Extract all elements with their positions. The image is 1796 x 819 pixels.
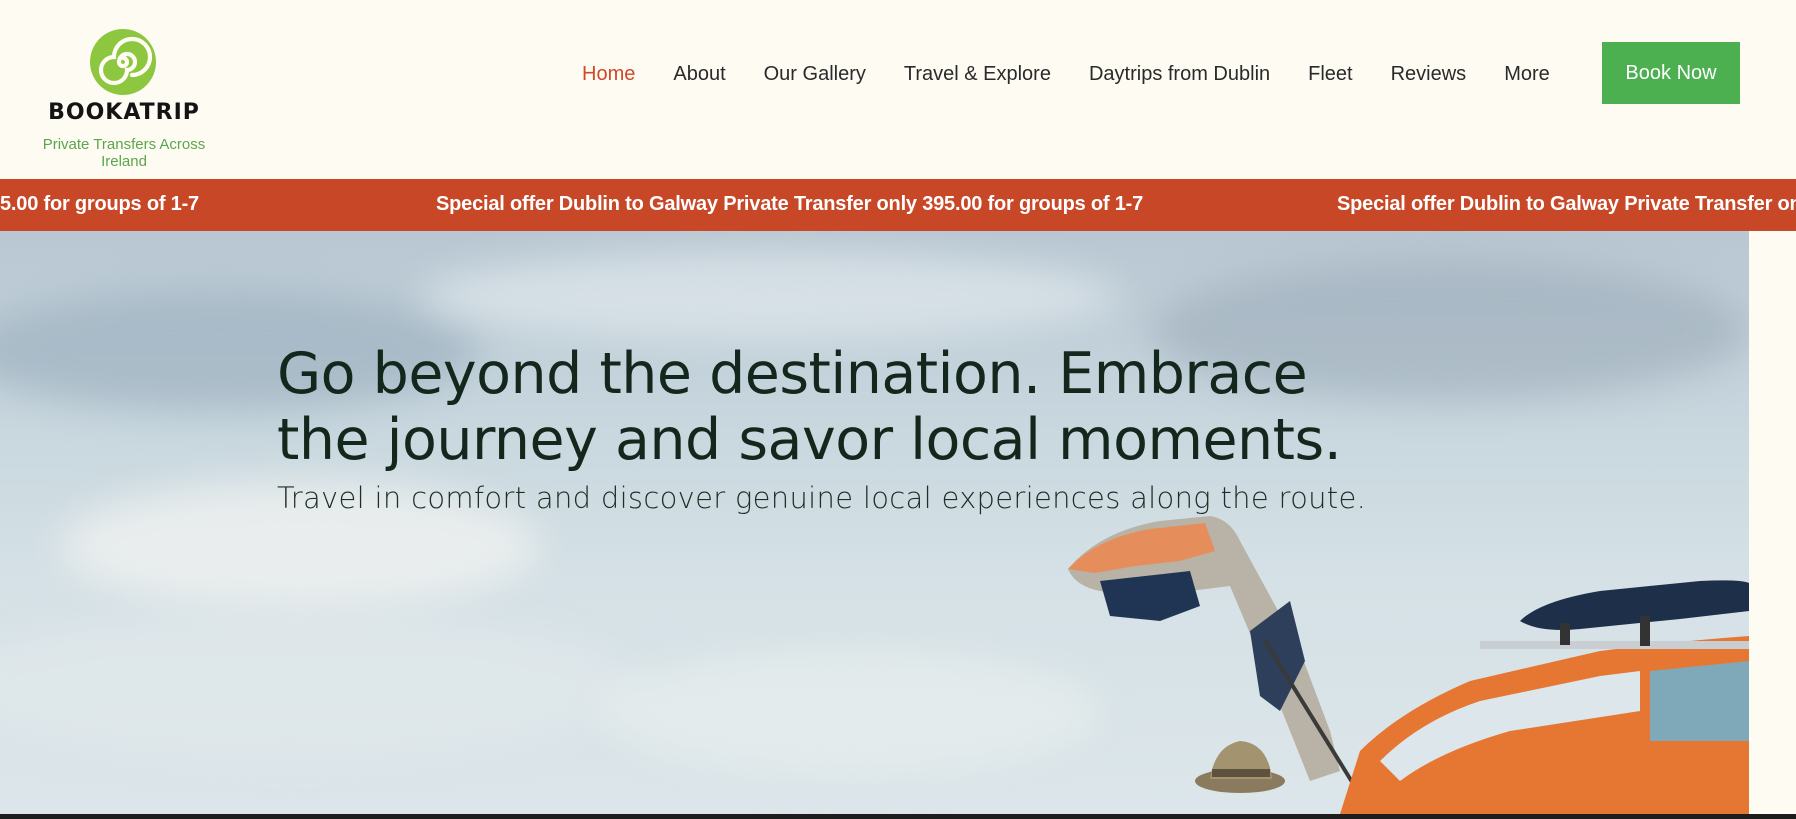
- ticker-text-fragment-left: 5.00 for groups of 1-7: [0, 193, 199, 215]
- hero-right-gutter: [1749, 231, 1796, 814]
- cloud-shape: [600, 651, 1100, 771]
- nav-reviews[interactable]: Reviews: [1391, 63, 1467, 86]
- main-nav: Home About Our Gallery Travel & Explore …: [582, 60, 1588, 88]
- brand-name: BOOKATRIP: [48, 100, 200, 125]
- hero-section: Go beyond the destination. Embrace the j…: [0, 231, 1749, 814]
- hero-subtitle: Travel in comfort and discover genuine l…: [277, 481, 1367, 515]
- hero-title: Go beyond the destination. Embrace the j…: [277, 341, 1342, 473]
- nav-our-gallery[interactable]: Our Gallery: [764, 63, 866, 86]
- nav-travel-explore[interactable]: Travel & Explore: [904, 63, 1051, 86]
- book-now-button[interactable]: Book Now: [1602, 42, 1740, 104]
- nav-home[interactable]: Home: [582, 63, 635, 86]
- nav-more[interactable]: More: [1504, 63, 1550, 86]
- car-illustration: [1068, 516, 1749, 814]
- bottom-edge-bar: [0, 814, 1796, 819]
- site-logo[interactable]: BOOKATRIP Private Transfers Across Irela…: [18, 28, 230, 170]
- site-header: BOOKATRIP Private Transfers Across Irela…: [0, 0, 1796, 179]
- ticker-text-fragment-right: Special offer Dublin to Galway Private T…: [1337, 193, 1796, 215]
- ticker-text: Special offer Dublin to Galway Private T…: [436, 193, 1144, 215]
- cloud-shape: [420, 251, 1120, 341]
- nav-about[interactable]: About: [673, 63, 725, 86]
- nav-daytrips-from-dublin[interactable]: Daytrips from Dublin: [1089, 63, 1270, 86]
- cloud-shape: [0, 611, 640, 761]
- offer-ticker[interactable]: 5.00 for groups of 1-7 Special offer Dub…: [0, 179, 1796, 231]
- brand-tagline: Private Transfers Across Ireland: [42, 136, 206, 170]
- nav-fleet[interactable]: Fleet: [1308, 63, 1352, 86]
- spiral-logo-icon: [90, 29, 156, 95]
